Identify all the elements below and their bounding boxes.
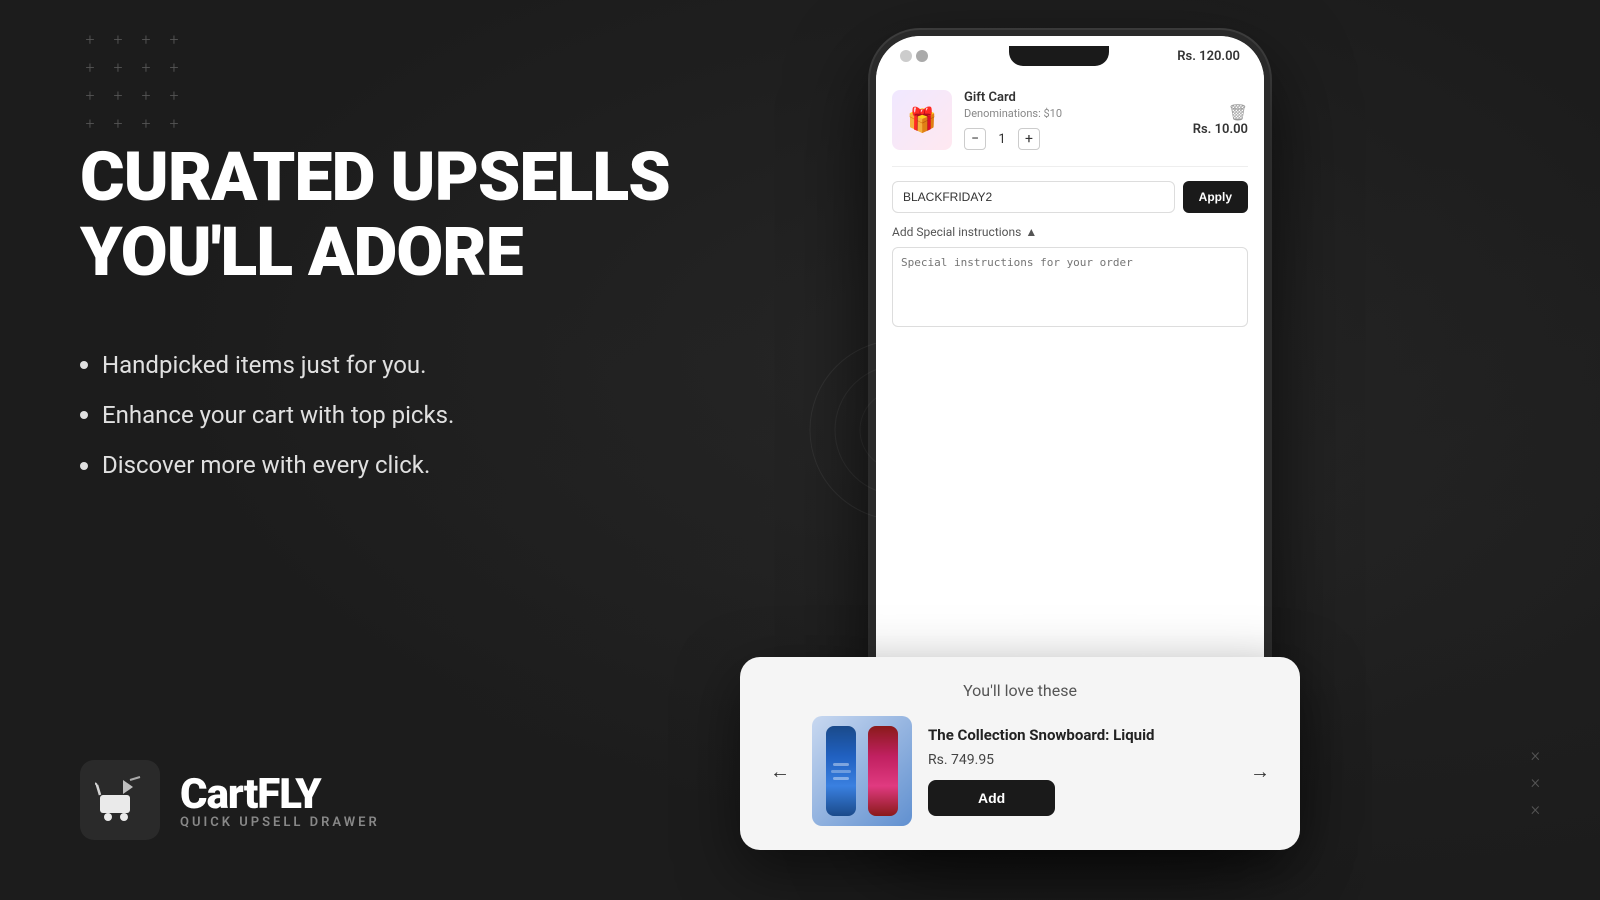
upsell-next-button[interactable]: → [1244,755,1276,787]
list-item: Discover more with every click. [80,440,700,490]
special-instructions-textarea[interactable] [892,247,1248,327]
plus-grid-decoration: ++++ ++++ ++++ ++++ [80,30,184,134]
upsell-details: The Collection Snowboard: Liquid Rs. 749… [928,726,1228,816]
coupon-row: Apply [892,181,1248,213]
x-mark-3: × [1531,799,1540,820]
logo-area: CartFLY QUICK UPSELL DRAWER [80,760,380,840]
cart-item-price: Rs. 10.00 [1193,122,1248,137]
cart-item: 🎁 Gift Card Denominations: $10 − 1 + 🗑 R… [892,90,1248,167]
bullet-dot [80,411,88,419]
upsell-card: You'll love these ← The Collection Snowb… [740,657,1300,850]
special-instructions-toggle[interactable]: Add Special instructions ▲ [892,225,1248,239]
coupon-input[interactable] [892,181,1175,213]
upsell-product-image [812,716,912,826]
bullet-dot [80,361,88,369]
quantity-increase-button[interactable]: + [1018,128,1040,150]
x-marks-decoration: × × × [1531,745,1540,820]
left-content: CURATED UPSELLS YOU'LL ADORE Handpicked … [80,140,700,551]
phone-status-bar: Rs. 120.00 [876,36,1264,76]
decorative-circles [800,330,1000,530]
quantity-value: 1 [994,132,1010,147]
logo-text-area: CartFLY QUICK UPSELL DRAWER [180,770,380,830]
apply-button[interactable]: Apply [1183,181,1248,213]
cart-item-image: 🎁 [892,90,952,150]
upsell-product-price: Rs. 749.95 [928,752,1228,768]
upsell-product-name: The Collection Snowboard: Liquid [928,726,1228,746]
cart-item-denomination: Denominations: $10 [964,107,1181,120]
upsell-add-button[interactable]: Add [928,780,1055,816]
cart-item-name: Gift Card [964,90,1181,105]
x-mark-1: × [1531,745,1540,766]
quantity-decrease-button[interactable]: − [964,128,986,150]
logo-name: CartFLY [180,770,380,819]
upsell-item-row: ← The Collection Snowboard: Liquid Rs. 7… [764,716,1276,826]
x-mark-2: × [1531,772,1540,793]
upsell-prev-button[interactable]: ← [764,755,796,787]
cart-item-delete-button[interactable]: 🗑 [1228,103,1248,122]
snowboard-graphic-2 [868,726,898,816]
logo-subtitle: QUICK UPSELL DRAWER [180,815,380,830]
main-heading: CURATED UPSELLS YOU'LL ADORE [80,140,700,290]
feature-list: Handpicked items just for you. Enhance y… [80,340,700,491]
snowboard-graphic-1 [826,726,856,816]
list-item: Enhance your cart with top picks. [80,390,700,440]
status-price: Rs. 120.00 [1177,49,1240,64]
cart-item-quantity: − 1 + [964,128,1181,150]
logo-icon [80,760,160,840]
upsell-title: You'll love these [764,681,1276,700]
bullet-dot [80,462,88,470]
list-item: Handpicked items just for you. [80,340,700,390]
cart-item-info: Gift Card Denominations: $10 − 1 + [964,90,1181,150]
right-side: Rs. 120.00 🎁 Gift Card Denominations: $1… [740,30,1520,870]
cart-fly-icon [95,775,145,825]
